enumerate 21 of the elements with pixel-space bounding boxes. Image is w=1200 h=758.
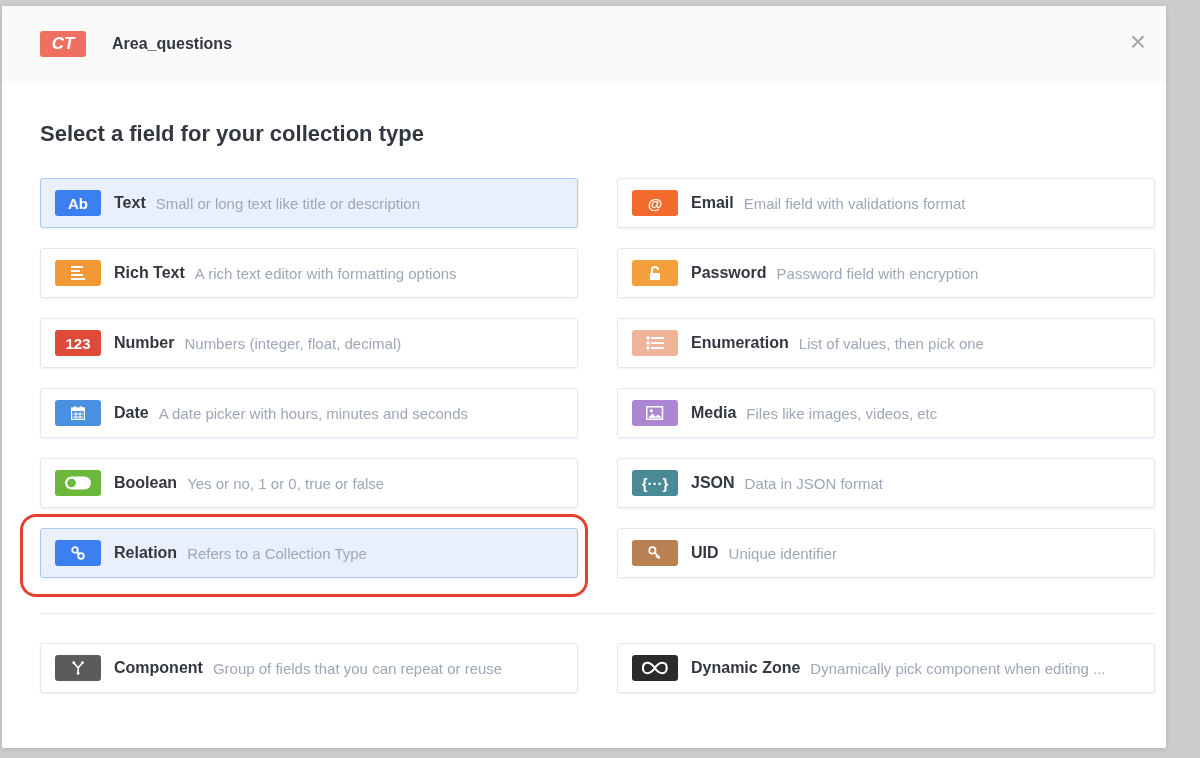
modal-title: Area_questions xyxy=(112,35,234,53)
field-type-option[interactable]: Ab Text Small or long text like title or description xyxy=(40,178,578,228)
field-type-option[interactable]: @ Email Email field with validations format xyxy=(617,178,1155,228)
field-type-option[interactable]: Media Files like images, videos, etc xyxy=(617,388,1155,438)
field-type-icon: 123 xyxy=(55,330,101,356)
field-type-icon: @ xyxy=(632,190,678,216)
field-type-option[interactable]: Boolean Yes or no, 1 or 0, true or false xyxy=(40,458,578,508)
collection-type-badge: CT xyxy=(40,31,86,57)
field-type-option[interactable]: UID Unique identifier xyxy=(617,528,1155,578)
field-type-option[interactable]: Component Group of fields that you can repeat or reuse xyxy=(40,643,578,693)
section-heading: Select a field for your collection type xyxy=(40,121,425,147)
field-type-option[interactable]: 123 Number Numbers (integer, float, decimal) xyxy=(40,318,578,368)
field-type-option[interactable]: Password Password field with encryption xyxy=(617,248,1155,298)
field-type-option[interactable]: {···} JSON Data in JSON format xyxy=(617,458,1155,508)
field-type-option[interactable]: Relation Refers to a Collection Type xyxy=(40,528,578,578)
field-type-option[interactable]: Rich Text A rich text editor with formatting options xyxy=(40,248,578,298)
field-type-icon: Ab xyxy=(55,190,101,216)
field-type-option[interactable]: Dynamic Zone Dynamically pick component when editing ... xyxy=(617,643,1155,693)
field-type-option[interactable]: Enumeration List of values, then pick one xyxy=(617,318,1155,368)
field-type-option[interactable]: Date A date picker with hours, minutes and seconds xyxy=(40,388,578,438)
field-type-icon: {···} xyxy=(632,470,678,496)
